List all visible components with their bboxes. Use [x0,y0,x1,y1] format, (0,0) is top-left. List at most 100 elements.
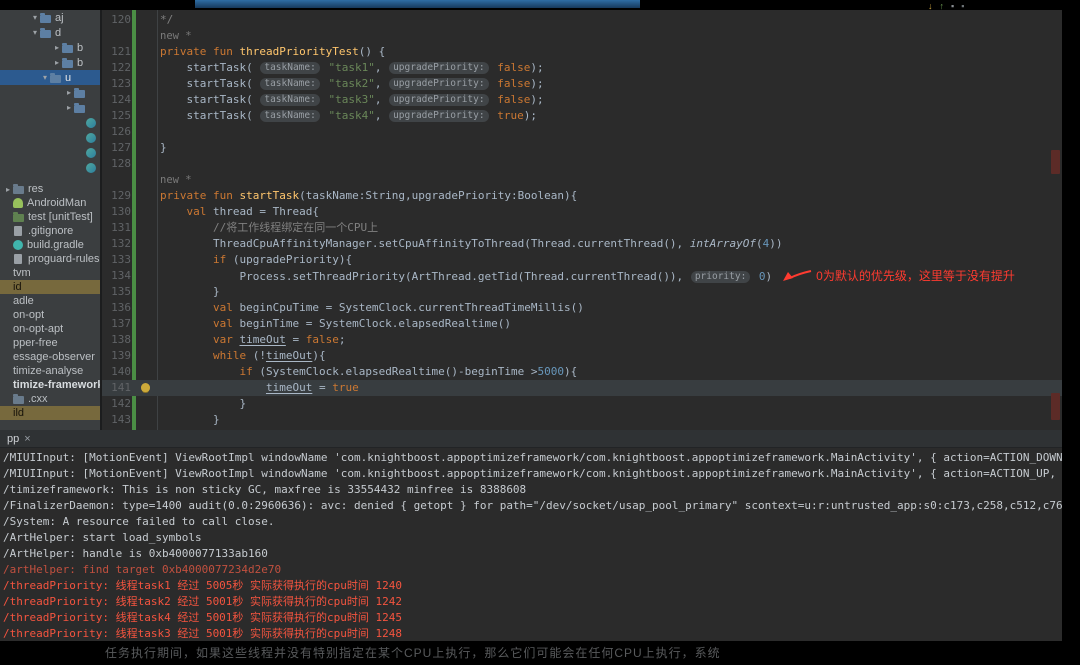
line-number[interactable]: 125 [102,108,131,124]
line-number[interactable]: 141 [102,380,131,396]
chevron-down-icon[interactable]: ▾ [30,13,40,22]
line-number[interactable]: 120 [102,12,131,28]
tree-item-res[interactable]: ▸res [0,182,100,196]
code-line[interactable]: 123 startTask( taskName: "task2", upgrad… [102,76,1062,92]
code-line[interactable]: 135 } [102,284,1062,300]
line-number[interactable]: 132 [102,236,131,252]
line-number[interactable]: 123 [102,76,131,92]
chevron-right-icon[interactable]: ▸ [52,58,62,67]
code-line[interactable]: 122 startTask( taskName: "task1", upgrad… [102,60,1062,76]
chevron-right-icon[interactable]: ▸ [64,88,74,97]
tree-item-aj[interactable]: ▾aj [0,10,100,25]
code-line[interactable]: 140 if (SystemClock.elapsedRealtime()-be… [102,364,1062,380]
line-number[interactable]: 133 [102,252,131,268]
line-number[interactable]: 139 [102,348,131,364]
line-number[interactable] [102,28,131,44]
line-number[interactable]: 142 [102,396,131,412]
code-line[interactable]: 129private fun startTask(taskName:String… [102,188,1062,204]
tree-item-ild[interactable]: ild [0,406,100,420]
tree-item-on-opt-apt[interactable]: on-opt-apt [0,322,100,336]
code-line[interactable]: 132 ThreadCpuAffinityManager.setCpuAffin… [102,236,1062,252]
code-line[interactable]: 137 val beginTime = SystemClock.elapsedR… [102,316,1062,332]
toolbar-icon[interactable]: ▪ [951,1,954,11]
tree-item[interactable] [0,115,100,130]
editor-lines[interactable]: 120*/new *121private fun threadPriorityT… [102,12,1062,430]
tree-item[interactable]: ▸ [0,85,100,100]
line-number[interactable]: 137 [102,316,131,332]
line-number[interactable]: 121 [102,44,131,60]
line-number[interactable]: 136 [102,300,131,316]
code-line[interactable]: new * [102,172,1062,188]
line-number[interactable]: 140 [102,364,131,380]
line-number[interactable]: 128 [102,156,131,172]
project-tree-panel[interactable]: ▾aj▾d▸b▸b▾u▸▸ ▸resAndroidMantest [unitTe… [0,10,102,430]
toolbar-icon[interactable]: ▪ [961,1,964,11]
line-number[interactable] [102,172,131,188]
tree-item-build-gradle[interactable]: build.gradle [0,238,100,252]
code-line[interactable]: 130 val thread = Thread{ [102,204,1062,220]
tree-item-timize-analyse[interactable]: timize-analyse [0,364,100,378]
tree-item[interactable] [0,130,100,145]
tree-item-pper-free[interactable]: pper-free [0,336,100,350]
code-line[interactable]: new * [102,28,1062,44]
tree-item[interactable] [0,160,100,175]
line-number[interactable]: 143 [102,412,131,428]
code-line[interactable]: 121private fun threadPriorityTest() { [102,44,1062,60]
tab-app[interactable]: pp × [0,430,38,447]
tree-item--gitignore[interactable]: .gitignore [0,224,100,238]
tree-item--cxx[interactable]: .cxx [0,392,100,406]
tree-item-d[interactable]: ▾d [0,25,100,40]
code-line[interactable]: 127} [102,140,1062,156]
code-line[interactable]: 126 [102,124,1062,140]
tree-item-id[interactable]: id [0,280,100,294]
code-line[interactable]: 136 val beginCpuTime = SystemClock.curre… [102,300,1062,316]
tree-item-b[interactable]: ▸b [0,40,100,55]
code-line[interactable]: 133 if (upgradePriority){ [102,252,1062,268]
tab-close-icon[interactable]: × [24,433,30,445]
line-number[interactable]: 138 [102,332,131,348]
code-line[interactable]: 124 startTask( taskName: "task3", upgrad… [102,92,1062,108]
tree-item-tvm[interactable]: tvm [0,266,100,280]
code-line[interactable]: 134 Process.setThreadPriority(ArtThread.… [102,268,1062,284]
tree-item-adle[interactable]: adle [0,294,100,308]
error-stripe-mark[interactable] [1051,393,1060,420]
line-number[interactable]: 124 [102,92,131,108]
code-line[interactable]: 120*/ [102,12,1062,28]
chevron-right-icon[interactable]: ▸ [52,43,62,52]
line-number[interactable]: 129 [102,188,131,204]
vcs-update-icon[interactable]: ↓ [928,1,933,11]
code-line[interactable]: 141 timeOut = true [102,380,1062,396]
logcat-console[interactable]: /MIUIInput: [MotionEvent] ViewRootImpl w… [0,448,1062,641]
chevron-down-icon[interactable]: ▾ [40,73,50,82]
tree-item-timize-framework[interactable]: timize-framework [0,378,100,392]
intention-bulb-icon[interactable] [141,383,150,392]
code-line[interactable]: 142 } [102,396,1062,412]
tree-item-test-unittest-[interactable]: test [unitTest] [0,210,100,224]
line-number[interactable]: 135 [102,284,131,300]
tree-item-essage-observer[interactable]: essage-observer [0,350,100,364]
code-line[interactable]: 128 [102,156,1062,172]
code-line[interactable]: 139 while (!timeOut){ [102,348,1062,364]
tree-item-androidman[interactable]: AndroidMan [0,196,100,210]
code-editor[interactable]: 120*/new *121private fun threadPriorityT… [102,10,1062,430]
code-line[interactable]: 138 var timeOut = false; [102,332,1062,348]
line-number[interactable]: 122 [102,60,131,76]
chevron-down-icon[interactable]: ▾ [30,28,40,37]
tree-item-on-opt[interactable]: on-opt [0,308,100,322]
code-line[interactable]: 125 startTask( taskName: "task4", upgrad… [102,108,1062,124]
line-number[interactable]: 131 [102,220,131,236]
vcs-push-icon[interactable]: ↑ [940,1,945,11]
line-number[interactable]: 127 [102,140,131,156]
chevron-right-icon[interactable]: ▸ [3,185,13,194]
tree-item-proguard-rules-pro[interactable]: proguard-rules.pro [0,252,100,266]
code-line[interactable]: 131 //将工作线程绑定在同一个CPU上 [102,220,1062,236]
code-line[interactable]: 143 } [102,412,1062,428]
chevron-right-icon[interactable]: ▸ [64,103,74,112]
line-number[interactable]: 134 [102,268,131,284]
error-stripe-mark[interactable] [1051,150,1060,174]
line-number[interactable]: 126 [102,124,131,140]
tree-item-u[interactable]: ▾u [0,70,100,85]
line-number[interactable]: 130 [102,204,131,220]
tree-item[interactable] [0,145,100,160]
tree-item[interactable]: ▸ [0,100,100,115]
